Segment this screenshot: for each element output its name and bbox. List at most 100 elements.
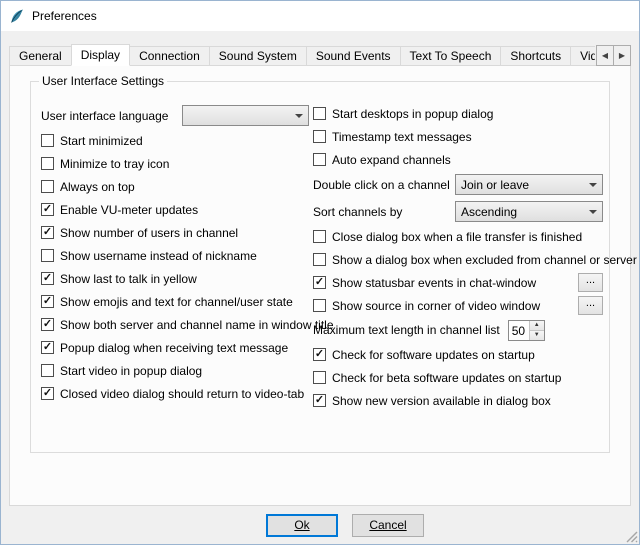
tab-sound-system[interactable]: Sound System [209,46,307,66]
checked-checkbox-icon[interactable]: ✓ [41,272,54,285]
chevron-down-icon [589,183,597,187]
footer: Ok Cancel [1,506,639,544]
max-text-length-value: 50 [509,321,529,340]
tab-text-to-speech[interactable]: Text To Speech [400,46,502,66]
double-click-combobox[interactable]: Join or leave [455,174,603,195]
checkbox-row: Minimize to tray icon [41,152,309,175]
sort-channels-combobox[interactable]: Ascending [455,201,603,222]
language-label: User interface language [41,109,168,123]
checkbox-row: ✓Show emojis and text for channel/user s… [41,290,309,313]
checked-checkbox-icon[interactable]: ✓ [41,203,54,216]
preferences-dialog: Preferences GeneralDisplayConnectionSoun… [0,0,640,545]
checkbox-row: Timestamp text messages [313,125,603,148]
checkbox-show-new-version-available-in-dialog-box[interactable]: ✓Show new version available in dialog bo… [313,394,551,408]
max-text-length-label: Maximum text length in channel list [313,323,500,337]
unchecked-checkbox-icon[interactable] [41,249,54,262]
checkbox-row: Start minimized [41,129,309,152]
checked-checkbox-icon[interactable]: ✓ [41,295,54,308]
checked-checkbox-icon[interactable]: ✓ [41,341,54,354]
unchecked-checkbox-icon[interactable] [313,371,326,384]
checkbox-show-source-in-corner-of-video-window[interactable]: Show source in corner of video window [313,299,540,313]
tab-general[interactable]: General [9,46,72,66]
checkbox-start-minimized[interactable]: Start minimized [41,134,143,148]
checkbox-enable-vu-meter-updates[interactable]: ✓Enable VU-meter updates [41,203,198,217]
checked-checkbox-icon[interactable]: ✓ [41,226,54,239]
checkbox-start-video-in-popup-dialog[interactable]: Start video in popup dialog [41,364,202,378]
checkbox-label: Show source in corner of video window [332,299,540,313]
checkbox-label: Auto expand channels [332,153,451,167]
max-text-length-row: Maximum text length in channel list 50 ▲… [313,317,603,343]
checkbox-close-dialog-box-when-a-file-transfer-is-finished[interactable]: Close dialog box when a file transfer is… [313,230,582,244]
language-combobox[interactable] [182,105,309,126]
tab-connection[interactable]: Connection [129,46,210,66]
unchecked-checkbox-icon[interactable] [313,130,326,143]
tab-scroll-left-button[interactable]: ◀ [596,45,614,66]
sort-channels-row: Sort channels by Ascending [313,198,603,225]
checkbox-label: Show number of users in channel [60,226,238,240]
show-statusbar-events-in-chat-window-browse-button[interactable]: ... [578,273,603,292]
checkbox-row: Auto expand channels [313,148,603,171]
cancel-button[interactable]: Cancel [352,514,424,537]
checkbox-show-number-of-users-in-channel[interactable]: ✓ Show number of users in channel [41,226,238,240]
checkbox-show-username-instead-of-nickname[interactable]: Show username instead of nickname [41,249,257,263]
group-title: User Interface Settings [39,74,167,88]
spin-up-button[interactable]: ▲ [530,321,544,330]
unchecked-checkbox-icon[interactable] [41,134,54,147]
double-click-value: Join or leave [461,178,585,192]
checkbox-label: Timestamp text messages [332,130,472,144]
checkbox-show-both-server-and-channel-name-in-window-title[interactable]: ✓Show both server and channel name in wi… [41,318,309,332]
show-source-in-corner-of-video-window-browse-button[interactable]: ... [578,296,603,315]
checkbox-popup-dialog-when-receiving-text-message[interactable]: ✓Popup dialog when receiving text messag… [41,341,288,355]
checked-checkbox-icon[interactable]: ✓ [41,387,54,400]
resize-grip[interactable] [624,529,638,543]
tab-scroll-right-button[interactable]: ▶ [613,45,631,66]
checkbox-label: Check for beta software updates on start… [332,371,561,385]
checkbox-show-last-to-talk-in-yellow[interactable]: ✓ Show last to talk in yellow [41,272,197,286]
max-text-length-spinbox[interactable]: 50 ▲ ▼ [508,320,545,341]
checked-checkbox-icon[interactable]: ✓ [313,276,326,289]
unchecked-checkbox-icon[interactable] [313,107,326,120]
checkbox-row: ✓ Show number of users in channel [41,221,309,244]
checkbox-label: Show both server and channel name in win… [60,318,334,332]
checkbox-label: Show a dialog box when excluded from cha… [332,253,637,267]
checkbox-closed-video-dialog-should-return-to-video-tab[interactable]: ✓Closed video dialog should return to vi… [41,387,304,401]
checkbox-auto-expand-channels[interactable]: Auto expand channels [313,153,451,167]
checkbox-check-for-beta-software-updates-on-startup[interactable]: Check for beta software updates on start… [313,371,561,385]
checkbox-label: Show username instead of nickname [60,249,257,263]
tab-video[interactable]: Video [570,46,595,66]
spin-down-button[interactable]: ▼ [530,330,544,340]
checkbox-show-emojis-and-text-for-channel-user-state[interactable]: ✓Show emojis and text for channel/user s… [41,295,293,309]
ok-button[interactable]: Ok [266,514,338,537]
tab-display[interactable]: Display [71,44,130,66]
checkbox-always-on-top[interactable]: Always on top [41,180,135,194]
checkbox-row: Show a dialog box when excluded from cha… [313,248,603,271]
checkbox-row: ✓Show both server and channel name in wi… [41,313,309,336]
checkbox-row: Check for beta software updates on start… [313,366,603,389]
unchecked-checkbox-icon[interactable] [313,253,326,266]
tab-panel: User Interface Settings User interface l… [9,65,631,506]
unchecked-checkbox-icon[interactable] [41,364,54,377]
checkbox-minimize-to-tray-icon[interactable]: Minimize to tray icon [41,157,169,171]
checkbox-row: ✓ Show last to talk in yellow [41,267,309,290]
checkbox-label: Always on top [60,180,135,194]
checkbox-show-statusbar-events-in-chat-window[interactable]: ✓Show statusbar events in chat-window [313,276,536,290]
tab-sound-events[interactable]: Sound Events [306,46,401,66]
checkbox-show-a-dialog-box-when-excluded-from-channel-or-server[interactable]: Show a dialog box when excluded from cha… [313,253,603,267]
unchecked-checkbox-icon[interactable] [313,299,326,312]
checked-checkbox-icon[interactable]: ✓ [313,394,326,407]
checkbox-start-desktops-in-popup-dialog[interactable]: Start desktops in popup dialog [313,107,493,121]
checked-checkbox-icon[interactable]: ✓ [313,348,326,361]
app-icon [9,8,25,24]
unchecked-checkbox-icon[interactable] [313,230,326,243]
checked-checkbox-icon[interactable]: ✓ [41,318,54,331]
unchecked-checkbox-icon[interactable] [41,180,54,193]
checkbox-label: Check for software updates on startup [332,348,535,362]
sort-channels-value: Ascending [461,205,585,219]
unchecked-checkbox-icon[interactable] [313,153,326,166]
unchecked-checkbox-icon[interactable] [41,157,54,170]
tab-shortcuts[interactable]: Shortcuts [500,46,571,66]
checkbox-check-for-software-updates-on-startup[interactable]: ✓ Check for software updates on startup [313,348,535,362]
title-bar: Preferences [1,1,639,31]
checkbox-timestamp-text-messages[interactable]: Timestamp text messages [313,130,472,144]
checkbox-label: Show last to talk in yellow [60,272,197,286]
